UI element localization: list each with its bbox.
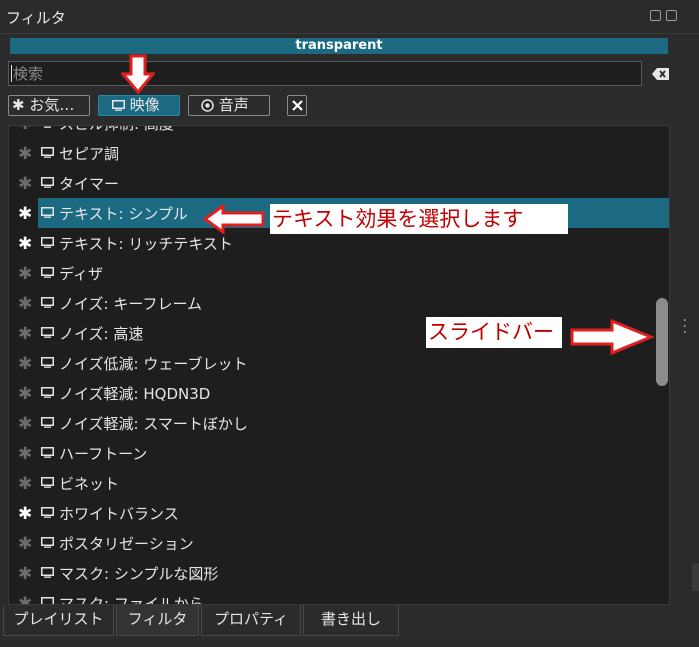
favorite-star-icon[interactable]: ✱ — [18, 474, 32, 494]
filter-list-item[interactable]: ✱ ディザ — [9, 258, 669, 288]
annotation-left-arrow — [203, 204, 265, 234]
favorite-star-icon[interactable]: ✱ — [18, 264, 32, 284]
favorite-star-icon[interactable]: ✱ — [18, 174, 32, 194]
search-input[interactable] — [8, 61, 642, 86]
favorite-star-icon[interactable]: ✱ — [18, 594, 32, 604]
tab-filter[interactable]: フィルタ — [116, 605, 199, 636]
filter-list-item[interactable]: ✱ セピア調 — [9, 138, 669, 168]
filter-list-item[interactable]: ✱ ビネット — [9, 468, 669, 498]
video-filter-button[interactable]: 映像 — [98, 95, 180, 116]
tab-properties[interactable]: プロパティ — [201, 605, 301, 636]
monitor-icon — [41, 447, 54, 458]
favorites-filter-button[interactable]: ✱ お気… — [8, 95, 90, 116]
monitor-icon — [41, 537, 54, 548]
filter-list-item[interactable]: ✱ マスク: ファイルから — [9, 588, 669, 605]
bottom-tab-bar: プレイリスト フィルタ プロパティ 書き出し — [0, 605, 699, 647]
filter-label: ノイズ: 高速 — [59, 325, 144, 343]
filter-list-item[interactable]: ✱ ノイズ軽減: スマートぼかし — [9, 408, 669, 438]
filter-label: ノイズ軽減: スマートぼかし — [59, 415, 248, 433]
filter-label: テキスト: シンプル — [59, 205, 188, 223]
favorites-label: お気… — [29, 96, 75, 114]
close-panel-icon[interactable] — [666, 10, 677, 21]
float-icon[interactable] — [650, 10, 661, 21]
favorite-star-icon[interactable]: ✱ — [18, 324, 32, 344]
filter-list-item[interactable]: ✱ タイマー — [9, 168, 669, 198]
favorite-star-icon[interactable]: ✱ — [18, 414, 32, 434]
filter-label: スピル抑制: 高度 — [59, 126, 174, 134]
filter-label: マスク: シンプルな図形 — [59, 565, 219, 583]
filter-label: ノイズ: キーフレーム — [59, 295, 203, 313]
favorite-star-icon[interactable]: ✱ — [18, 534, 32, 554]
annotation-down-arrow — [121, 54, 155, 94]
favorite-star-icon[interactable]: ✱ — [18, 204, 32, 224]
filter-label: ハーフトーン — [59, 445, 148, 463]
filter-list[interactable]: ✱ スピル抑制: 高度 ✱ セピア調 ✱ タイマー ✱ テキスト: シンプル ✱ テキスト: リッ… — [8, 125, 670, 605]
monitor-icon — [112, 100, 125, 111]
asterisk-icon: ✱ — [12, 96, 25, 114]
monitor-icon — [41, 327, 54, 338]
filter-label: ノイズ軽減: HQDN3D — [59, 385, 211, 403]
monitor-icon — [41, 237, 54, 248]
filter-label: ポスタリゼーション — [59, 535, 194, 553]
monitor-icon — [41, 177, 54, 188]
filter-list-item[interactable]: ✱ ノイズ: キーフレーム — [9, 288, 669, 318]
tab-export[interactable]: 書き出し — [303, 605, 399, 636]
filter-list-item[interactable]: ✱ マスク: シンプルな図形 — [9, 558, 669, 588]
annotation-select-text: テキスト効果を選択します — [270, 204, 568, 234]
filter-label: タイマー — [59, 175, 120, 193]
favorite-star-icon[interactable]: ✱ — [18, 564, 32, 584]
filter-list-item[interactable]: ✱ ホワイトバランス — [9, 498, 669, 528]
video-label: 映像 — [129, 96, 160, 114]
dock-title-bar: フィルタ — [0, 0, 699, 34]
filter-label: ホワイトバランス — [59, 505, 179, 523]
filter-label: テキスト: リッチテキスト — [59, 235, 233, 253]
filter-list-item[interactable]: ✱ ノイズ軽減: HQDN3D — [9, 378, 669, 408]
close-icon — [292, 100, 303, 111]
annotation-right-arrow — [570, 318, 654, 356]
filter-label: マスク: ファイルから — [59, 595, 204, 605]
panel-title: フィルタ — [6, 9, 66, 27]
preset-bar[interactable]: transparent — [10, 38, 668, 54]
favorite-star-icon[interactable]: ✱ — [18, 126, 32, 134]
splitter-handle[interactable] — [683, 318, 686, 334]
speaker-icon — [201, 99, 214, 112]
monitor-icon — [41, 147, 54, 158]
favorite-star-icon[interactable]: ✱ — [18, 354, 32, 374]
side-dock-tab[interactable] — [692, 563, 699, 591]
monitor-icon — [41, 507, 54, 518]
text-caret — [11, 65, 12, 82]
filter-label: ビネット — [59, 475, 120, 493]
annotation-slide-bar: スライドバー — [426, 317, 562, 348]
monitor-icon — [41, 417, 54, 428]
close-filter-button[interactable] — [287, 95, 307, 116]
monitor-icon — [41, 477, 54, 488]
filter-label: ノイズ低減: ウェーブレット — [59, 355, 248, 373]
monitor-icon — [41, 387, 54, 398]
favorite-star-icon[interactable]: ✱ — [18, 444, 32, 464]
audio-filter-button[interactable]: 音声 — [188, 95, 270, 116]
monitor-icon — [41, 597, 54, 604]
monitor-icon — [41, 207, 54, 218]
monitor-icon — [41, 567, 54, 578]
favorite-star-icon[interactable]: ✱ — [18, 384, 32, 404]
scrollbar-thumb[interactable] — [656, 298, 668, 386]
filter-list-item[interactable]: ✱ ポスタリゼーション — [9, 528, 669, 558]
clear-search-icon[interactable] — [652, 67, 670, 81]
favorite-star-icon[interactable]: ✱ — [18, 234, 32, 254]
audio-label: 音声 — [218, 96, 249, 114]
favorite-star-icon[interactable]: ✱ — [18, 504, 32, 524]
filter-list-item[interactable]: ✱ ハーフトーン — [9, 438, 669, 468]
filter-list-item[interactable]: ✱ スピル抑制: 高度 — [9, 126, 669, 138]
monitor-icon — [44, 126, 51, 128]
favorite-star-icon[interactable]: ✱ — [18, 144, 32, 164]
monitor-icon — [41, 297, 54, 308]
favorite-star-icon[interactable]: ✱ — [18, 294, 32, 314]
monitor-icon — [41, 357, 54, 368]
monitor-icon — [41, 267, 54, 278]
tab-playlist[interactable]: プレイリスト — [3, 605, 114, 636]
filter-label: ディザ — [59, 265, 103, 283]
filter-label: セピア調 — [59, 145, 120, 163]
